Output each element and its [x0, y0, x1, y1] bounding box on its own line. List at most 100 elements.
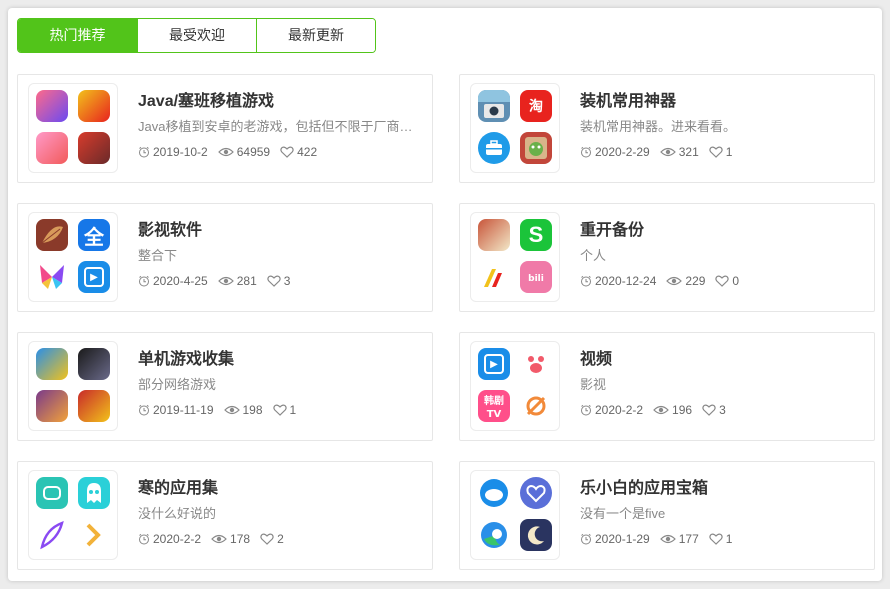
- date-stat: 2020-12-24: [580, 273, 656, 289]
- clock-icon: [139, 533, 149, 545]
- likes-count: 422: [297, 145, 318, 159]
- date-text: 2020-2-2: [153, 532, 202, 546]
- tab-popular[interactable]: 最受欢迎: [137, 19, 256, 52]
- collection-description: 没有一个是five: [580, 506, 666, 521]
- clock-icon: [139, 146, 149, 158]
- collection-description: 个人: [580, 248, 607, 263]
- collection-card[interactable]: 单机游戏收集 部分网络游戏 2019-11-19 198 1: [17, 332, 433, 441]
- collection-meta: 2020-2-2 196 3: [580, 402, 860, 418]
- collection-title[interactable]: 单机游戏收集: [138, 349, 418, 371]
- collection-meta: 2020-1-29 177 1: [580, 531, 860, 547]
- views-count: 177: [678, 532, 699, 546]
- views-stat: 196: [653, 402, 692, 418]
- likes-count: 2: [277, 532, 284, 546]
- butterfly-app-icon: [36, 261, 68, 293]
- date-stat: 2020-2-2: [138, 531, 201, 547]
- game-icon: [36, 90, 68, 122]
- collection-thumbnail: [28, 470, 118, 560]
- eye-icon: [217, 147, 234, 157]
- collection-title[interactable]: 寒的应用集: [138, 478, 418, 500]
- date-stat: 2020-4-25: [138, 273, 208, 289]
- heart-icon: [267, 275, 281, 287]
- collection-card[interactable]: 乐小白的应用宝箱 没有一个是five 2020-1-29 177 1: [459, 461, 875, 570]
- date-stat: 2019-10-2: [138, 144, 208, 160]
- views-stat: 64959: [217, 144, 271, 160]
- eye-icon: [659, 534, 676, 544]
- heart-icon: [272, 404, 287, 416]
- heart-icon: [702, 404, 716, 416]
- eye-icon: [223, 405, 240, 415]
- camera-app-icon: [478, 90, 510, 122]
- paw-app-icon: [520, 348, 552, 380]
- collection-info: 寒的应用集没什么好说的 2020-2-2 178 2: [138, 478, 418, 547]
- collection-description: Java移植到安卓的老游戏，包括但不限于厂商…: [138, 119, 413, 134]
- app-icon-glyph: ▶: [84, 267, 104, 287]
- collection-thumbnail: 全 ▶: [28, 212, 118, 302]
- likes-stat: 0: [715, 273, 739, 289]
- views-count: 64959: [236, 145, 271, 159]
- arrow-app-icon: [78, 519, 110, 551]
- eye-icon: [211, 534, 227, 544]
- app-icon-glyph: ▶: [484, 354, 504, 374]
- views-count: 198: [242, 403, 263, 417]
- app-icon-glyph: 淘: [529, 98, 543, 114]
- eye-icon: [659, 147, 676, 157]
- clock-icon: [581, 146, 591, 158]
- s-app-icon: S: [520, 219, 552, 251]
- shop-app-icon: 淘: [520, 90, 552, 122]
- collection-description: 部分网络游戏: [138, 377, 217, 392]
- collection-title[interactable]: Java/塞班移植游戏: [138, 91, 418, 113]
- collection-thumbnail: [28, 83, 118, 173]
- collection-card[interactable]: 淘 装机常用神器 装机常用神器。进来看看。 2020-2-29 321 1: [459, 74, 875, 183]
- svg-text:TV: TV: [487, 409, 502, 420]
- ghost-app-icon: [78, 477, 110, 509]
- logo-app-icon: [478, 261, 510, 293]
- game-icon: [36, 348, 68, 380]
- slash-app-icon: [520, 390, 552, 422]
- collection-title[interactable]: 视频: [580, 349, 860, 371]
- moon-app-icon: [520, 519, 552, 551]
- app-icon-glyph: S: [528, 222, 544, 247]
- views-count: 229: [685, 274, 706, 288]
- collection-thumbnail: [28, 341, 118, 431]
- game-icon: [36, 132, 68, 164]
- collection-meta: 2020-4-25 281 3: [138, 273, 418, 289]
- collection-title[interactable]: 装机常用神器: [580, 91, 860, 113]
- tab-latest[interactable]: 最新更新: [256, 19, 375, 52]
- collection-meta: 2020-2-2 178 2: [138, 531, 418, 547]
- game-icon: [78, 348, 110, 380]
- clock-icon: [139, 404, 149, 416]
- views-stat: 229: [666, 273, 705, 289]
- collection-card[interactable]: Java/塞班移植游戏 Java移植到安卓的老游戏，包括但不限于厂商… 2019-1…: [17, 74, 433, 183]
- collection-grid: Java/塞班移植游戏 Java移植到安卓的老游戏，包括但不限于厂商… 2019-1…: [17, 74, 875, 570]
- collection-thumbnail: Sbili: [470, 212, 560, 302]
- views-stat: 178: [211, 531, 250, 547]
- video-app-icon: 全: [78, 219, 110, 251]
- likes-count: 3: [283, 274, 291, 288]
- collection-info: 重开备份个人 2020-12-24 229 0: [580, 220, 860, 289]
- game-icon: [78, 132, 110, 164]
- tab-hot[interactable]: 热门推荐: [18, 19, 137, 52]
- views-stat: 177: [659, 531, 699, 547]
- collection-card[interactable]: 寒的应用集没什么好说的 2020-2-2 178 2: [17, 461, 433, 570]
- collection-title[interactable]: 重开备份: [580, 220, 860, 242]
- collection-info: 影视软件 整合下 2020-4-25 281 3: [138, 220, 418, 289]
- collection-info: Java/塞班移植游戏 Java移植到安卓的老游戏，包括但不限于厂商… 2019-1…: [138, 91, 418, 160]
- heart-icon: [709, 533, 723, 545]
- collection-card[interactable]: 全 ▶ 影视软件 整合下 2020-4-25 281 3: [17, 203, 433, 312]
- edge-app-icon: [478, 519, 510, 551]
- collection-description: 没什么好说的: [138, 506, 217, 521]
- game-icon: [78, 90, 110, 122]
- collection-title[interactable]: 影视软件: [138, 220, 418, 242]
- collection-title[interactable]: 乐小白的应用宝箱: [580, 478, 860, 500]
- views-stat: 198: [223, 402, 263, 418]
- app-icon-glyph: 全: [84, 226, 104, 249]
- collection-description: 装机常用神器。进来看看。: [580, 119, 737, 134]
- svg-text:bili: bili: [528, 274, 544, 284]
- likes-stat: 3: [702, 402, 726, 418]
- collection-card[interactable]: ▶ 韩剧 TV 视频 影视 2020-2-2 196 3: [459, 332, 875, 441]
- date-stat: 2020-1-29: [580, 531, 650, 547]
- collection-thumbnail: 淘: [470, 83, 560, 173]
- collection-card[interactable]: Sbili 重开备份个人 2020-12-24 229 0: [459, 203, 875, 312]
- collection-info: 视频 影视 2020-2-2 196 3: [580, 349, 860, 418]
